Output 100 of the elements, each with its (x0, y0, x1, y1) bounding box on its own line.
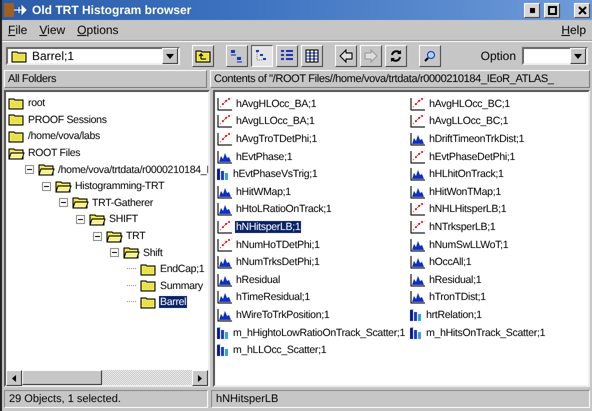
tree-item[interactable]: Summary (159, 280, 204, 292)
tree-item[interactable]: Histogramming-TRT (74, 180, 166, 192)
menu-item[interactable]: Options (77, 23, 119, 37)
list-item[interactable]: hNumSwLLWoT;1 (428, 238, 510, 251)
list-item[interactable]: hAvgLLOcc_BA;1 (235, 115, 316, 128)
collapse-toggle[interactable] (110, 248, 119, 258)
histogram-icon (410, 290, 426, 304)
horizontal-scrollbar[interactable] (6, 370, 208, 385)
search-icon (423, 49, 437, 63)
list-item[interactable]: hNHitsperLB;1 (235, 220, 302, 233)
list-item[interactable]: hHitWMap;1 (235, 186, 292, 198)
tree-item[interactable]: TRT-Gatherer (91, 196, 154, 209)
list-item[interactable]: hHitWonTMap;1 (428, 186, 502, 198)
maximize-button[interactable] (544, 2, 560, 18)
open-folder-icon (55, 180, 72, 193)
list-item[interactable]: m_hLLOcc_Scatter;1 (232, 344, 328, 356)
histogram-icon (217, 150, 233, 164)
list-item[interactable]: hResidual;1 (428, 274, 482, 286)
open-folder-icon (106, 230, 123, 243)
graph-icon (410, 114, 426, 128)
tree-item[interactable]: TRT (125, 230, 146, 242)
list-item[interactable]: hAvgTroTDetPhi;1 (235, 132, 318, 145)
histogram-icon (410, 255, 426, 270)
bar-chart-3d-icon (217, 326, 230, 340)
histogram-icon (217, 272, 233, 287)
graph-icon (217, 132, 233, 146)
tree-item[interactable]: PROOF Sessions (27, 114, 108, 126)
tree-item[interactable]: root (27, 97, 46, 110)
minimize-icon (530, 8, 534, 12)
list-item[interactable]: hNTrksperLB;1 (428, 220, 496, 233)
histogram-icon (217, 290, 233, 304)
open-folder-icon (89, 212, 106, 226)
folder-up-icon (195, 49, 211, 63)
bar-chart-3d-icon (410, 308, 424, 322)
list-item[interactable]: hResidual (235, 274, 281, 286)
option-label: Option (480, 49, 516, 63)
graph-icon (410, 202, 426, 216)
folders-header: All Folders (4, 70, 207, 88)
graph-icon (410, 96, 426, 111)
dropdown-caret-icon (574, 54, 582, 58)
list-item[interactable]: hAvgHLOcc_BC;1 (428, 98, 511, 110)
bar-chart-3d-icon (217, 343, 230, 358)
histogram-icon (410, 184, 426, 199)
bar-chart-3d-icon (410, 326, 424, 340)
list-item[interactable]: m_hHightoLowRatioOnTrack_Scatter;1 (232, 326, 406, 339)
dropdown-caret-icon (166, 54, 174, 58)
close-button[interactable] (574, 2, 590, 18)
list-item[interactable]: hHtoLRatioOnTrack;1 (235, 203, 332, 216)
histogram-icon (410, 238, 426, 252)
tree-item[interactable]: /home/vova/trtdata/r0000210184_I (57, 164, 208, 176)
maximize-icon (548, 6, 556, 14)
collapse-toggle[interactable] (93, 232, 102, 241)
tree-item[interactable]: /home/vova/labs (27, 130, 101, 142)
list-item[interactable]: hNumHoTDetPhi;1 (235, 238, 321, 251)
collapse-toggle[interactable] (25, 165, 34, 174)
tree-item[interactable]: SHIFT (108, 213, 139, 226)
details-view-icon (305, 49, 319, 63)
collapse-toggle[interactable] (59, 198, 68, 208)
histogram-icon (410, 132, 426, 146)
scroll-right-icon (198, 374, 202, 382)
collapse-toggle[interactable] (42, 182, 51, 191)
option-dropdown[interactable] (522, 47, 588, 65)
toolbar-button[interactable] (251, 45, 273, 67)
menu-item[interactable]: View (39, 23, 66, 37)
tree-item[interactable]: Shift (142, 246, 164, 259)
histogram-icon (410, 167, 426, 182)
list-item[interactable]: hrtRelation;1 (425, 308, 483, 321)
list-item[interactable]: hTronTDist;1 (428, 291, 487, 304)
list-item[interactable]: hEvtPhaseVsTrig;1 (232, 168, 318, 180)
list-item[interactable]: hWireToTrkPosition;1 (235, 308, 330, 321)
forward-arrow-icon (364, 49, 378, 63)
tree-item[interactable]: EndCap;1 (159, 263, 206, 276)
help-menu[interactable]: Help (561, 23, 586, 37)
histogram-icon (217, 184, 233, 199)
scroll-left-icon (12, 374, 16, 382)
back-arrow-icon (339, 49, 353, 63)
list-item[interactable]: hHLhitOnTrack;1 (428, 168, 505, 180)
list-item[interactable]: m_hHitsOnTrack_Scatter;1 (425, 326, 546, 339)
list-item[interactable]: hDriftTimeonTrkDist;1 (428, 132, 526, 145)
list-item[interactable]: hAvgLLOcc_BC;1 (428, 115, 510, 128)
location-dropdown[interactable]: Barrel;1 (6, 47, 180, 65)
graph-icon (217, 220, 233, 234)
tree-item[interactable]: ROOT Files (27, 147, 82, 160)
list-item[interactable]: hEvtPhaseDetPhi;1 (428, 150, 516, 163)
bar-chart-3d-icon (217, 167, 230, 182)
list-item[interactable]: hEvtPhase;1 (235, 150, 294, 163)
list-item[interactable]: hTimeResidual;1 (235, 291, 311, 304)
list-item[interactable]: hNumTrksDetPhi;1 (235, 256, 321, 268)
list-item[interactable]: hAvgHLOcc_BA;1 (235, 98, 318, 110)
minimize-button[interactable] (524, 2, 540, 18)
menu-item[interactable]: File (8, 23, 28, 37)
tree-item[interactable]: Barrel (159, 296, 188, 308)
collapse-toggle[interactable] (76, 214, 85, 224)
tree-view-icon (255, 49, 269, 63)
histogram-icon (217, 308, 233, 322)
folder-icon (11, 50, 28, 62)
graph-icon (410, 150, 426, 164)
histogram-icon (410, 272, 426, 287)
list-item[interactable]: hNHLHitsperLB;1 (428, 203, 508, 216)
list-item[interactable]: hOccAll;1 (428, 256, 472, 268)
